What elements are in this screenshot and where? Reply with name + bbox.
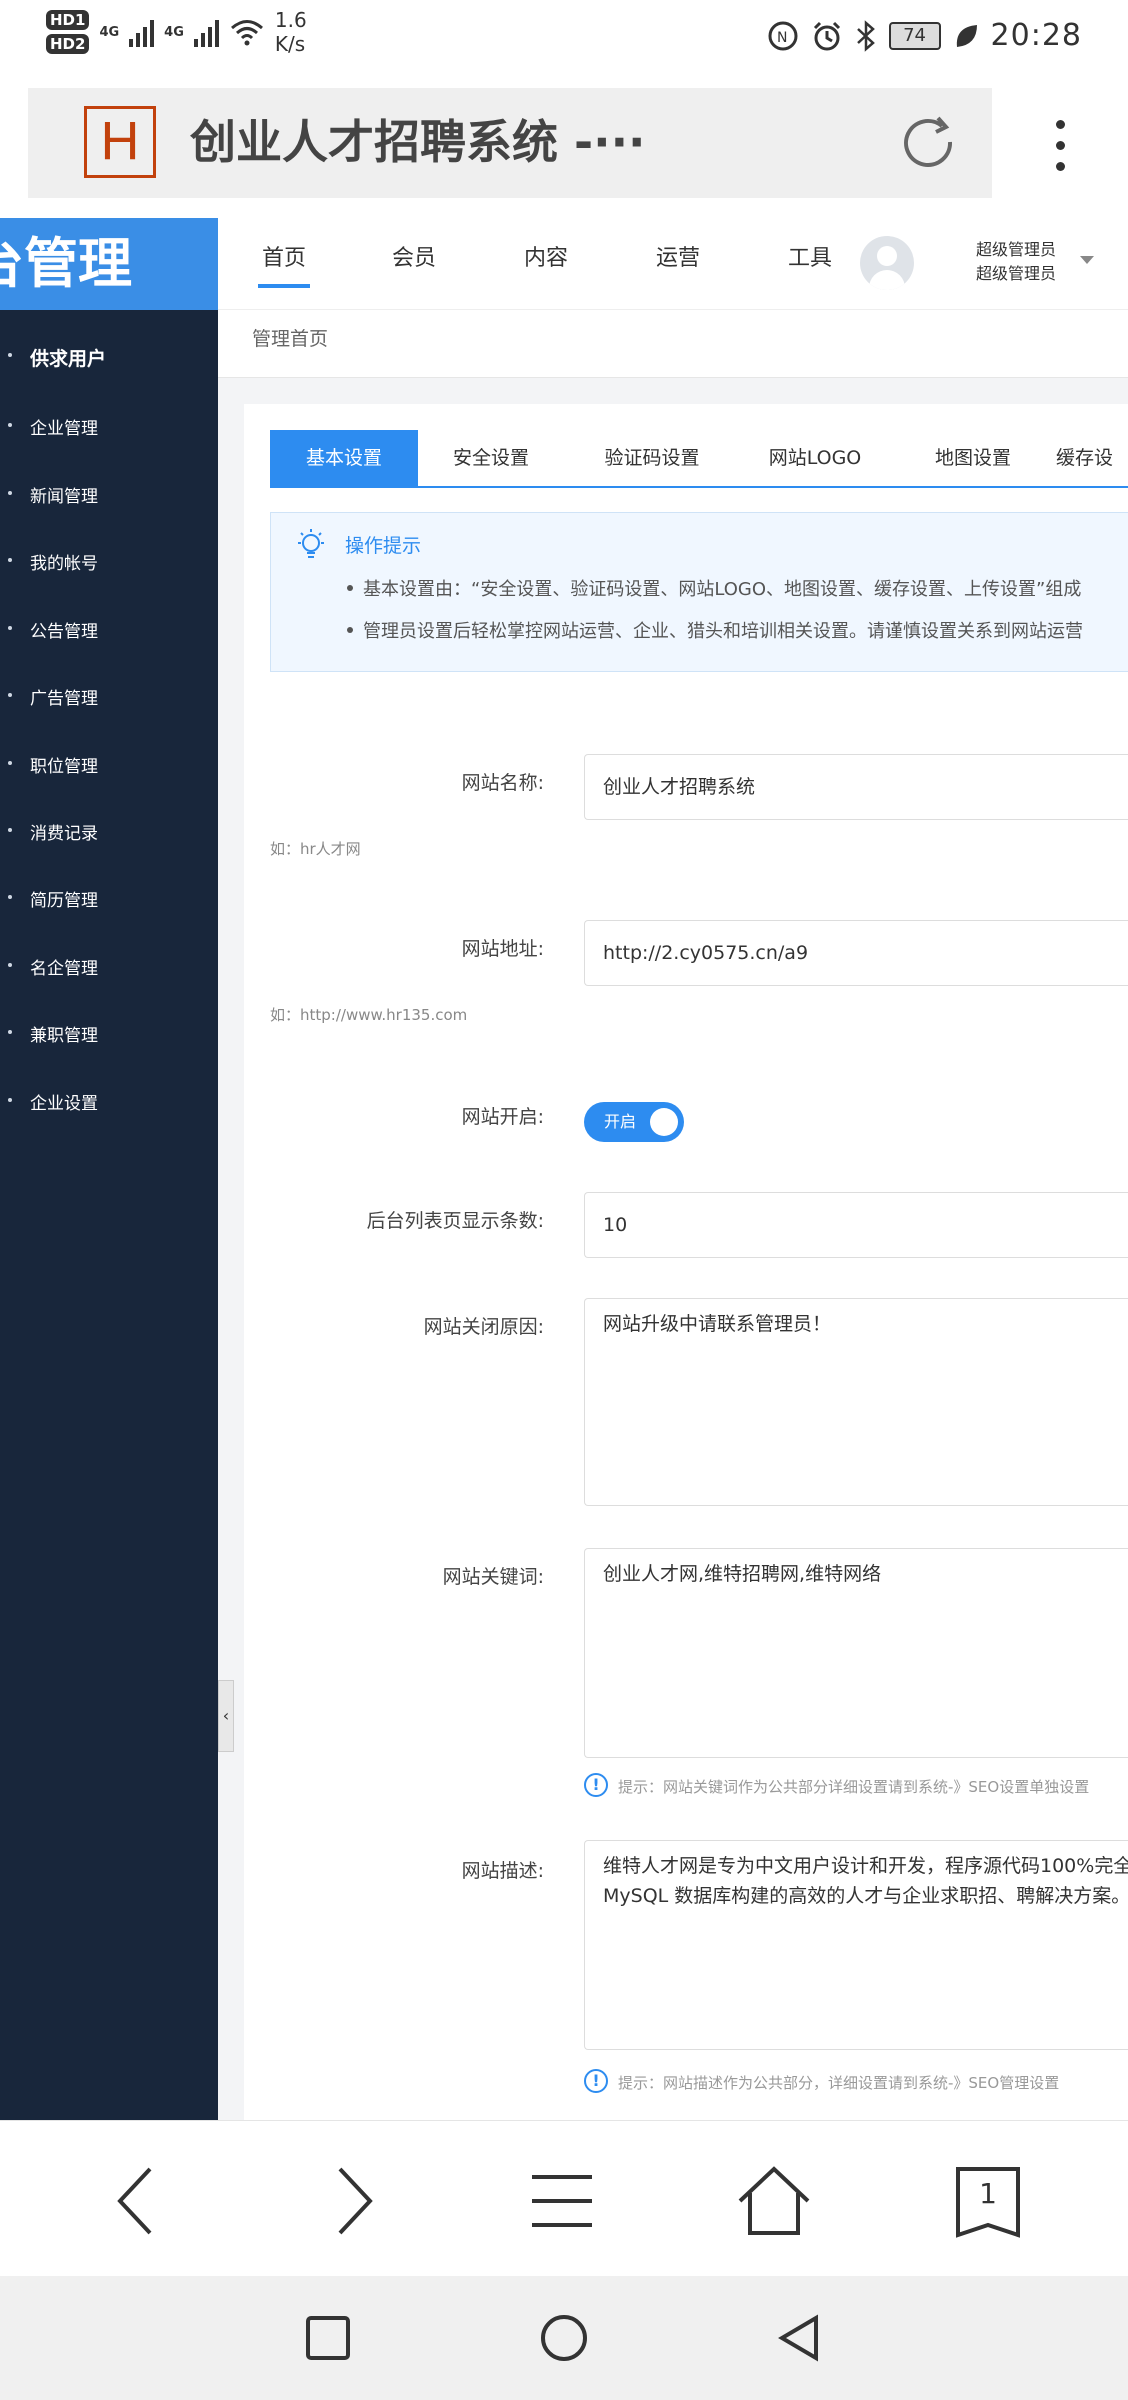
close-reason-textarea[interactable]: 网站升级中请联系管理员！ — [584, 1298, 1128, 1506]
hd2-badge: HD2 — [46, 34, 90, 54]
nfc-icon: N — [768, 21, 798, 50]
user-avatar[interactable] — [860, 236, 914, 290]
site-open-label: 网站开启: — [461, 1106, 544, 1128]
page-title[interactable]: 创业人才招聘系统 -··· — [190, 112, 646, 172]
sidebar-item-spending-records[interactable]: 消费记录 — [0, 819, 218, 844]
keywords-textarea[interactable]: 创业人才网,维特招聘网,维特网络 — [584, 1548, 1128, 1758]
signal-bars-2-icon — [193, 17, 219, 47]
status-bar: HD1 HD2 4G 4G 1.6 K/s N 74 20:28 — [0, 0, 1128, 72]
sidebar-item-news-mgmt[interactable]: 新闻管理 — [0, 482, 218, 507]
system-nav-bar — [0, 2276, 1128, 2400]
breadcrumb[interactable]: 管理首页 — [252, 324, 328, 351]
net-speed-value: 1.6 — [274, 8, 307, 32]
network-type-1: 4G — [99, 24, 120, 40]
site-url-label: 网站地址: — [461, 938, 544, 960]
back-arrow-icon[interactable] — [98, 2161, 178, 2241]
battery-indicator: 74 — [888, 21, 941, 50]
sidebar-collapse-handle[interactable]: ‹ — [218, 1680, 234, 1752]
settings-card: 基本设置 安全设置 验证码设置 网站LOGO 地图设置 缓存设 操作提示 基本设… — [244, 404, 1128, 2120]
operation-tips: 操作提示 基本设置由：“安全设置、验证码设置、网站LOGO、地图设置、缓存设置、… — [270, 512, 1128, 672]
browser-bottom-bar: 1 — [0, 2120, 1128, 2276]
back-triangle-icon[interactable] — [772, 2310, 828, 2366]
tab-site-logo[interactable]: 网站LOGO — [736, 430, 894, 486]
lightbulb-icon — [298, 529, 324, 558]
chevron-down-icon[interactable] — [1080, 256, 1094, 264]
tabs-button[interactable]: 1 — [948, 2161, 1028, 2241]
browser-title-bar[interactable]: H 创业人才招聘系统 -··· — [28, 88, 992, 198]
site-logo: H — [84, 106, 156, 178]
svg-text:N: N — [777, 30, 787, 46]
tab-basic-settings[interactable]: 基本设置 — [270, 430, 418, 486]
page-size-input[interactable]: 10 — [584, 1192, 1128, 1258]
settings-tabs: 基本设置 安全设置 验证码设置 网站LOGO 地图设置 缓存设 — [270, 430, 1128, 488]
hd1-badge: HD1 — [46, 10, 90, 30]
user-role: 超级管理员 — [976, 264, 1057, 283]
user-name: 超级管理员 — [976, 240, 1057, 259]
site-name-input[interactable]: 创业人才招聘系统 — [584, 754, 1128, 820]
close-reason-label: 网站关闭原因: — [423, 1316, 544, 1338]
top-nav: 首页 会员 内容 运营 工具 超级管理员 超级管理员 — [218, 218, 1128, 310]
page-size-label: 后台列表页显示条数: — [366, 1210, 544, 1232]
tab-security-settings[interactable]: 安全设置 — [418, 430, 564, 486]
sidebar-item-ad-mgmt[interactable]: 广告管理 — [0, 684, 218, 709]
wifi-icon — [230, 20, 263, 46]
description-note: ! 提示：网站描述作为公共部分，详细设置请到系统-》SEO管理设置 — [584, 2069, 1059, 2093]
keywords-label: 网站关键词: — [442, 1566, 544, 1588]
site-name-label: 网站名称: — [461, 772, 544, 794]
home-icon[interactable] — [734, 2161, 814, 2241]
nav-tools[interactable]: 工具 — [788, 240, 832, 272]
tip-line-1: 基本设置由：“安全设置、验证码设置、网站LOGO、地图设置、缓存设置、上传设置”… — [346, 575, 1081, 601]
tab-map-settings[interactable]: 地图设置 — [898, 430, 1048, 486]
more-menu-icon[interactable] — [1040, 120, 1080, 180]
nav-content[interactable]: 内容 — [524, 240, 568, 272]
keywords-note: ! 提示：网站关键词作为公共部分详细设置请到系统-》SEO设置单独设置 — [584, 1773, 1089, 1797]
tip-line-2: 管理员设置后轻松掌控网站运营、企业、猎头和培训相关设置。请谨慎设置关系到网站运营 — [347, 617, 1083, 643]
info-icon: ! — [584, 1773, 608, 1797]
sidebar-item-famous-company-mgmt[interactable]: 名企管理 — [0, 954, 218, 979]
description-line-1: 维特人才网是专为中文用户设计和开发，程序源代码100%完全 — [603, 1855, 1128, 1877]
nav-members[interactable]: 会员 — [392, 240, 436, 272]
sidebar-item-resume-mgmt[interactable]: 简历管理 — [0, 886, 218, 911]
signal-bars-1-icon — [129, 17, 155, 47]
admin-brand: 台管理 — [0, 218, 218, 310]
network-type-2: 4G — [164, 24, 184, 40]
sidebar-item-company-mgmt[interactable]: 企业管理 — [0, 414, 218, 439]
site-name-hint: 如：hr人才网 — [270, 840, 361, 858]
toggle-label: 开启 — [604, 1112, 637, 1131]
sidebar-item-supply-users[interactable]: 供求用户 — [0, 344, 218, 371]
site-url-hint: 如：http://www.hr135.com — [270, 1006, 468, 1024]
tab-cache-settings[interactable]: 缓存设 — [1056, 430, 1128, 486]
tab-count: 1 — [979, 2177, 997, 2210]
leaf-icon — [956, 24, 977, 47]
bluetooth-icon — [856, 19, 875, 52]
toggle-knob — [650, 1108, 678, 1136]
clock: 20:28 — [990, 18, 1082, 53]
description-line-2: MySQL 数据库构建的高效的人才与企业求职招、聘解决方案。 — [603, 1885, 1128, 1907]
breadcrumb-bar: 管理首页 — [218, 310, 1128, 378]
description-label: 网站描述: — [461, 1860, 544, 1882]
menu-icon[interactable] — [522, 2161, 602, 2241]
recent-apps-icon[interactable] — [300, 2310, 356, 2366]
sidebar-item-my-account[interactable]: 我的帐号 — [0, 549, 218, 574]
reload-icon[interactable] — [898, 112, 962, 176]
tips-title: 操作提示 — [345, 535, 422, 557]
home-circle-icon[interactable] — [536, 2310, 592, 2366]
tab-captcha-settings[interactable]: 验证码设置 — [570, 430, 734, 486]
net-speed-unit: K/s — [274, 32, 306, 56]
alarm-icon — [813, 21, 840, 50]
description-textarea[interactable]: 维特人才网是专为中文用户设计和开发，程序源代码100%完全 MySQL 数据库构… — [584, 1840, 1128, 2050]
nav-operations[interactable]: 运营 — [656, 240, 700, 272]
forward-arrow-icon[interactable] — [312, 2161, 392, 2241]
sidebar: 供求用户 企业管理 新闻管理 我的帐号 公告管理 广告管理 职位管理 消费记录 … — [0, 310, 218, 2120]
nav-home[interactable]: 首页 — [257, 240, 311, 288]
user-menu[interactable]: 超级管理员 超级管理员 — [976, 238, 1056, 286]
site-open-toggle[interactable]: 开启 — [584, 1102, 684, 1142]
sidebar-item-notice-mgmt[interactable]: 公告管理 — [0, 617, 218, 642]
sidebar-item-parttime-mgmt[interactable]: 兼职管理 — [0, 1021, 218, 1046]
info-icon: ! — [584, 2069, 608, 2093]
site-url-input[interactable]: http://2.cy0575.cn/a9 — [584, 920, 1128, 986]
sidebar-item-job-mgmt[interactable]: 职位管理 — [0, 752, 218, 777]
sidebar-item-company-settings[interactable]: 企业设置 — [0, 1089, 218, 1114]
